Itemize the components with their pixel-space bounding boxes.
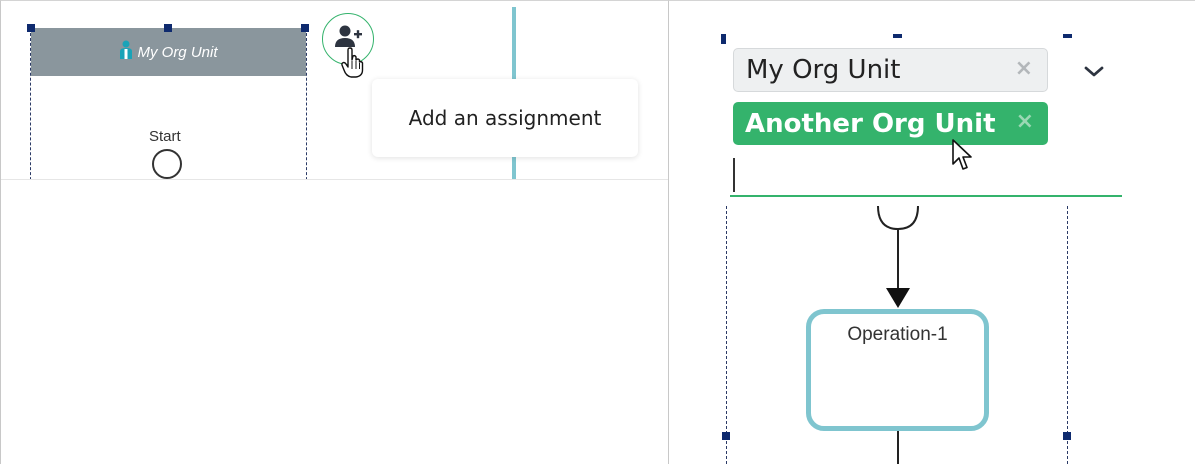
task-label: Operation-1 — [847, 324, 948, 345]
resize-handle-top-middle[interactable] — [164, 24, 172, 32]
text-caret — [733, 158, 735, 192]
resize-handle-bottom-right[interactable] — [1063, 432, 1071, 440]
lane-header[interactable]: My Org Unit — [31, 28, 306, 76]
lane-border-left — [726, 206, 727, 464]
selection-mark — [893, 34, 902, 38]
hand-cursor-icon — [341, 47, 364, 78]
selection-mark — [721, 34, 726, 44]
tag-label: Another Org Unit — [745, 108, 996, 139]
chevron-down-icon[interactable] — [1082, 60, 1106, 84]
diagram-canvas-crop: My Org Unit Start Add an assignment — [1, 1, 668, 179]
org-unit-tag-hovered[interactable]: Another Org Unit × — [733, 102, 1048, 145]
start-event[interactable] — [152, 149, 182, 179]
remove-tag-icon[interactable]: × — [1016, 109, 1034, 134]
add-assignment-tooltip: Add an assignment — [372, 79, 638, 157]
crop-edge — [1, 179, 668, 180]
org-unit-tag[interactable]: My Org Unit × — [733, 48, 1048, 92]
task-operation[interactable]: Operation-1 — [806, 309, 989, 431]
resize-handle-bottom-left[interactable] — [722, 432, 730, 440]
start-event-label: Start — [149, 128, 181, 145]
selection-mark — [1063, 34, 1072, 38]
arrow-cursor-icon — [952, 139, 972, 170]
lane-border-right — [1067, 206, 1068, 464]
remove-tag-icon[interactable]: × — [1015, 56, 1033, 81]
resize-handle-top-right[interactable] — [301, 24, 309, 32]
resize-handle-top-left[interactable] — [27, 24, 35, 32]
input-underline[interactable] — [730, 195, 1122, 197]
lane-title: My Org Unit — [137, 43, 218, 61]
org-unit-icon — [119, 40, 133, 64]
left-panel: My Org Unit Start Add an assignment — [0, 0, 668, 464]
tag-label: My Org Unit — [746, 55, 901, 85]
